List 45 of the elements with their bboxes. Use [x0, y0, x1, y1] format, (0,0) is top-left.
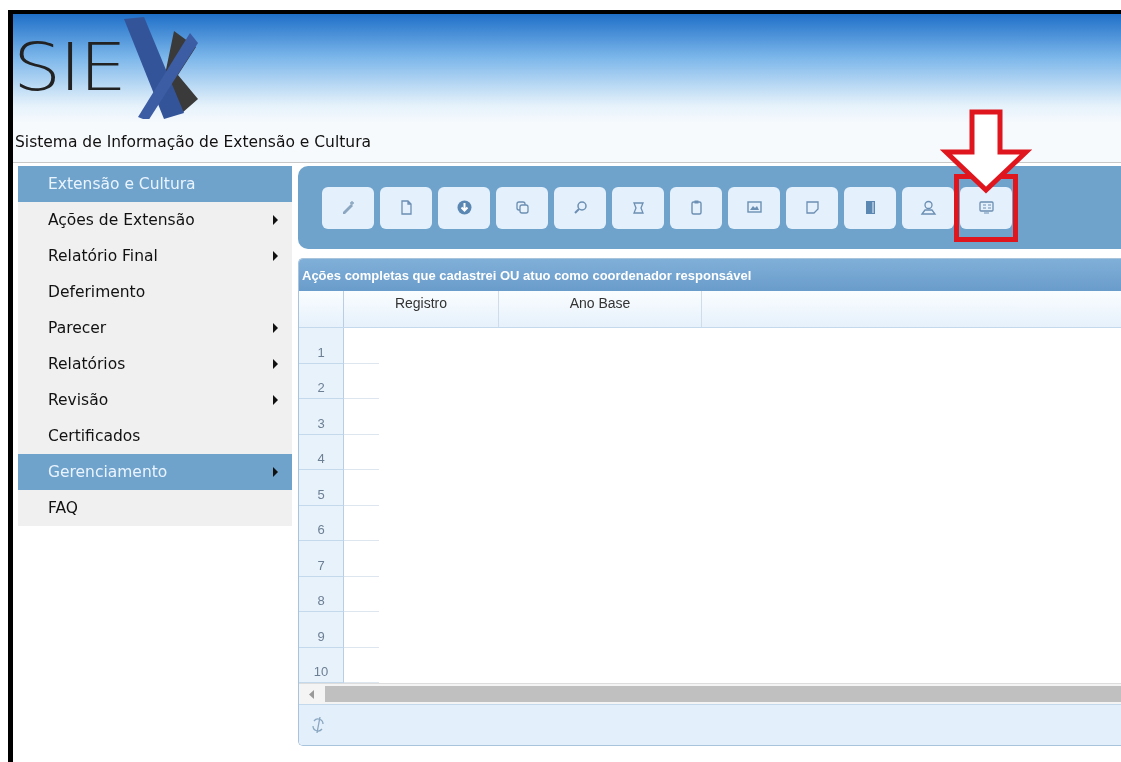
menu-item[interactable]: Ações de Extensão — [18, 202, 292, 238]
menu-item[interactable]: Deferimento — [18, 274, 292, 310]
horizontal-scrollbar[interactable] — [299, 683, 1121, 704]
grid-title: Ações completas que cadastrei OU atuo como coordenador responsável — [299, 259, 1121, 291]
column-header[interactable]: Registro — [344, 291, 499, 327]
row-number: 2 — [299, 363, 344, 399]
menu-item[interactable]: FAQ — [18, 490, 292, 526]
toolbar-button[interactable] — [496, 186, 548, 229]
column-header[interactable]: Ano Base — [499, 291, 702, 327]
copy-icon — [513, 199, 531, 216]
row-number: 7 — [299, 541, 344, 577]
menu-item[interactable]: Relatórios — [18, 346, 292, 382]
toolbar-button[interactable] — [728, 186, 780, 229]
menu-item[interactable]: Relatório Final — [18, 238, 292, 274]
scroll-left-icon[interactable] — [309, 689, 315, 699]
toolbar-button[interactable] — [554, 186, 606, 229]
card-icon — [977, 199, 995, 216]
menu-item[interactable]: Certificados — [18, 418, 292, 454]
toolbar-button[interactable] — [960, 186, 1012, 229]
refresh-icon[interactable] — [311, 717, 325, 733]
toolbar-button[interactable] — [670, 186, 722, 229]
toolbar-button[interactable] — [322, 186, 374, 229]
row-number: 1 — [299, 328, 344, 364]
image-icon — [745, 199, 763, 216]
toolbar-button[interactable] — [438, 186, 490, 229]
row-number: 3 — [299, 399, 344, 435]
toolbar-button[interactable] — [844, 186, 896, 229]
row-number: 5 — [299, 470, 344, 506]
toolbar-button[interactable] — [380, 186, 432, 229]
scrollbar-thumb[interactable] — [325, 686, 1121, 702]
row-number: 8 — [299, 576, 344, 612]
toolbar-button[interactable] — [786, 186, 838, 229]
note-icon — [803, 199, 821, 216]
toolbar-button[interactable] — [902, 186, 954, 229]
row-number: 6 — [299, 505, 344, 541]
row-number: 9 — [299, 612, 344, 648]
logo-text: SIE — [13, 35, 125, 101]
subtitle: Sistema de Informação de Extensão e Cultura — [15, 133, 371, 151]
user-icon — [919, 199, 937, 216]
download-icon — [455, 199, 473, 216]
menu-item[interactable]: Revisão — [18, 382, 292, 418]
row-number: 10 — [299, 647, 344, 683]
row-number: 4 — [299, 434, 344, 470]
menu-item[interactable]: Parecer — [18, 310, 292, 346]
toolbar-button[interactable] — [612, 186, 664, 229]
